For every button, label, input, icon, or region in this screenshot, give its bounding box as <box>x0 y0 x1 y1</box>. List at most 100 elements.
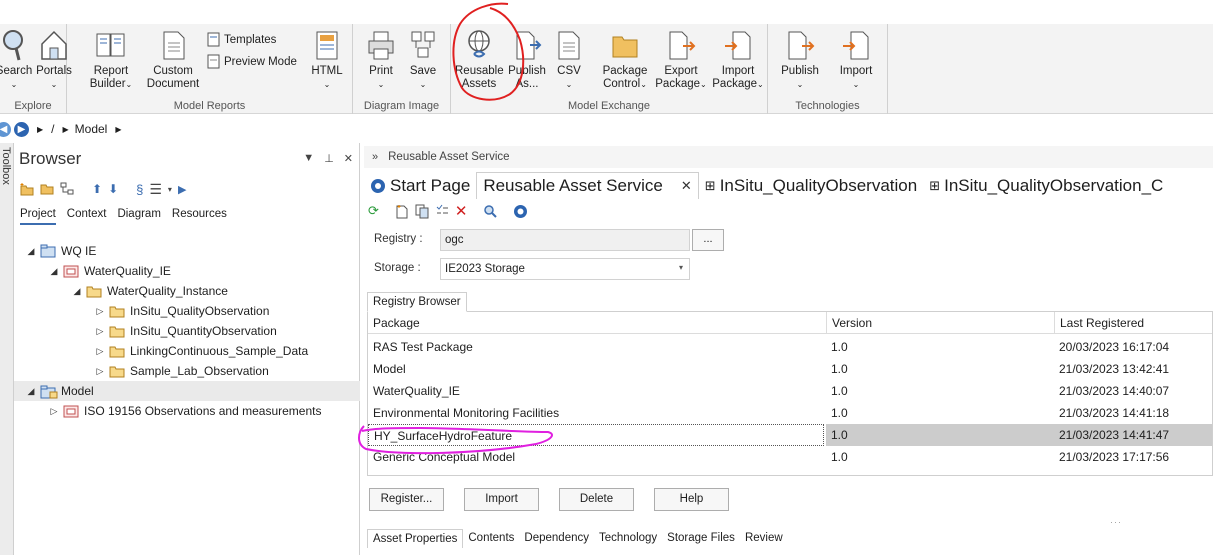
tab-contents[interactable]: Contents <box>463 529 519 548</box>
table-row[interactable]: RAS Test Package 1.0 20/03/2023 16:17:04 <box>368 336 1212 358</box>
expand-toggle-icon[interactable]: ▷ <box>49 406 59 417</box>
import-package-button[interactable]: Import Package⌄ <box>709 28 767 91</box>
tree-item-iso-19156[interactable]: ▷ ISO 19156 Observations and measurement… <box>14 401 360 421</box>
tree-item-insitu-quantityobservation[interactable]: ▷ InSitu_QuantityObservation <box>14 321 360 341</box>
nav-crumb-model[interactable]: Model <box>75 122 108 136</box>
expand-toggle-icon[interactable]: ▷ <box>95 366 105 377</box>
close-tab-icon[interactable]: ✕ <box>681 178 692 194</box>
link-icon[interactable]: § <box>136 182 143 197</box>
refresh-icon[interactable]: ⟳ <box>368 203 379 219</box>
expand-toggle-icon[interactable]: ◢ <box>26 386 36 397</box>
nav-chevron-icon[interactable]: ▶ <box>63 125 69 134</box>
splitter-grip[interactable]: ··· <box>1110 517 1122 527</box>
expand-toggle-icon[interactable]: ▷ <box>95 326 105 337</box>
tab-registry-browser[interactable]: Registry Browser <box>367 292 467 312</box>
column-header-last-registered[interactable]: Last Registered <box>1054 312 1212 334</box>
new-document-icon[interactable] <box>395 204 409 219</box>
tab-project[interactable]: Project <box>20 208 56 225</box>
tree-item-waterquality-ie[interactable]: ◢ WaterQuality_IE <box>14 261 360 281</box>
move-down-icon[interactable]: ⬇ <box>108 182 118 196</box>
tree-item-insitu-qualityobservation[interactable]: ▷ InSitu_QualityObservation <box>14 301 360 321</box>
tab-diagram[interactable]: Diagram <box>117 208 160 225</box>
publish-button[interactable]: Publish ⌄ <box>778 28 822 91</box>
table-row[interactable]: Environmental Monitoring Facilities 1.0 … <box>368 402 1212 424</box>
preview-mode-button[interactable]: Preview Mode <box>207 54 297 69</box>
move-up-icon[interactable]: ⬆ <box>92 182 102 196</box>
tab-technology[interactable]: Technology <box>594 529 662 548</box>
table-row[interactable]: WaterQuality_IE 1.0 21/03/2023 14:40:07 <box>368 380 1212 402</box>
publish-as-button[interactable]: Publish As... <box>505 28 549 91</box>
expand-toggle-icon[interactable]: ◢ <box>72 286 82 297</box>
double-chevron-icon[interactable]: » <box>372 151 378 163</box>
tab-insitu-qualityobservation-c[interactable]: ⊞ InSitu_QualityObservation_C <box>923 172 1169 199</box>
report-builder-button[interactable]: Report Builder⌄ <box>85 28 137 91</box>
tab-review[interactable]: Review <box>740 529 788 548</box>
play-icon[interactable]: ▶ <box>178 183 186 196</box>
column-header-package[interactable]: Package <box>368 312 826 334</box>
search-icon[interactable] <box>483 204 498 219</box>
registry-field[interactable]: ogc <box>440 229 690 251</box>
back-icon[interactable]: ◀ <box>0 121 11 137</box>
expand-toggle-icon[interactable]: ▷ <box>95 306 105 317</box>
import-button[interactable]: Import <box>464 488 539 511</box>
save-button[interactable]: Save ⌄ <box>403 28 443 91</box>
table-row-selected[interactable]: HY_SurfaceHydroFeature 1.0 21/03/2023 14… <box>368 424 1212 446</box>
register-button[interactable]: Register... <box>369 488 444 511</box>
package-control-button[interactable]: Package Control⌄ <box>597 28 653 91</box>
help-button[interactable]: Help <box>654 488 729 511</box>
tab-start-page[interactable]: Start Page <box>364 172 476 199</box>
expand-toggle-icon[interactable]: ▷ <box>95 346 105 357</box>
registry-browse-button[interactable]: ... <box>692 229 724 251</box>
templates-button[interactable]: Templates <box>207 32 276 47</box>
search-button[interactable]: Search⌄ <box>0 28 34 91</box>
toolbox-label[interactable]: Toolbox <box>0 147 12 185</box>
tree-item-model[interactable]: ◢ Model <box>14 381 360 401</box>
menu-icon[interactable]: ☰ <box>149 181 162 198</box>
tab-dependency[interactable]: Dependency <box>519 529 594 548</box>
forward-icon[interactable]: ▶ <box>14 121 29 137</box>
expand-toggle-icon[interactable]: ◢ <box>26 246 36 257</box>
print-button[interactable]: Print ⌄ <box>361 28 401 91</box>
nav-root-separator[interactable]: / <box>51 122 54 136</box>
start-page-icon <box>371 178 385 193</box>
group-label-explore: Explore <box>14 100 52 112</box>
reusable-assets-button[interactable]: Reusable Assets <box>455 28 504 91</box>
tree-item-waterquality-instance[interactable]: ◢ WaterQuality_Instance <box>14 281 360 301</box>
tree-item-sample-lab-observation[interactable]: ▷ Sample_Lab_Observation <box>14 361 360 381</box>
table-row[interactable]: Generic Conceptual Model 1.0 21/03/2023 … <box>368 446 1212 468</box>
delete-button[interactable]: Delete <box>559 488 634 511</box>
tab-asset-properties[interactable]: Asset Properties <box>367 529 464 548</box>
tree-item-linkingcontinuous-sample-data[interactable]: ▷ LinkingContinuous_Sample_Data <box>14 341 360 361</box>
table-row[interactable]: Model 1.0 21/03/2023 13:42:41 <box>368 358 1212 380</box>
toolbox-strip[interactable]: Toolbox <box>0 143 14 555</box>
nav-chevron-icon[interactable]: ▶ <box>115 125 121 134</box>
new-package-icon[interactable] <box>20 182 34 196</box>
csv-button[interactable]: CSV ⌄ <box>551 28 587 91</box>
tab-context[interactable]: Context <box>67 208 107 225</box>
tab-insitu-qualityobservation[interactable]: ⊞ InSitu_QualityObservation <box>699 172 923 199</box>
storage-select[interactable]: IE2023 Storage ▾ <box>440 258 690 280</box>
column-header-version[interactable]: Version <box>826 312 1054 334</box>
pin-icon[interactable]: ⊥ <box>324 152 334 165</box>
export-package-button[interactable]: Export Package⌄ <box>653 28 709 91</box>
expand-toggle-icon[interactable]: ◢ <box>49 266 59 277</box>
chevron-down-icon[interactable]: ▾ <box>168 185 172 194</box>
html-button[interactable]: HTML ⌄ <box>307 28 347 91</box>
close-icon[interactable]: ✕ <box>344 152 353 165</box>
copy-icon[interactable] <box>415 204 429 219</box>
tree-item-wq-ie[interactable]: ◢ WQ IE <box>14 241 360 261</box>
tab-resources[interactable]: Resources <box>172 208 227 225</box>
new-folder-icon[interactable] <box>40 182 54 196</box>
tab-reusable-asset-service[interactable]: Reusable Asset Service ✕ <box>476 172 699 199</box>
custom-document-button[interactable]: Custom Document <box>143 28 203 91</box>
delete-icon[interactable]: ✕ <box>455 202 468 220</box>
folder-icon <box>109 366 125 378</box>
import-technology-button[interactable]: Import ⌄ <box>834 28 878 91</box>
nav-chevron-icon[interactable]: ▶ <box>37 125 43 134</box>
cell-package: Model <box>373 362 406 376</box>
dropdown-icon[interactable]: ▼ <box>303 152 314 165</box>
help-icon[interactable] <box>513 204 528 219</box>
checklist-icon[interactable] <box>435 204 449 219</box>
tab-storage-files[interactable]: Storage Files <box>662 529 740 548</box>
new-diagram-icon[interactable] <box>60 182 74 196</box>
